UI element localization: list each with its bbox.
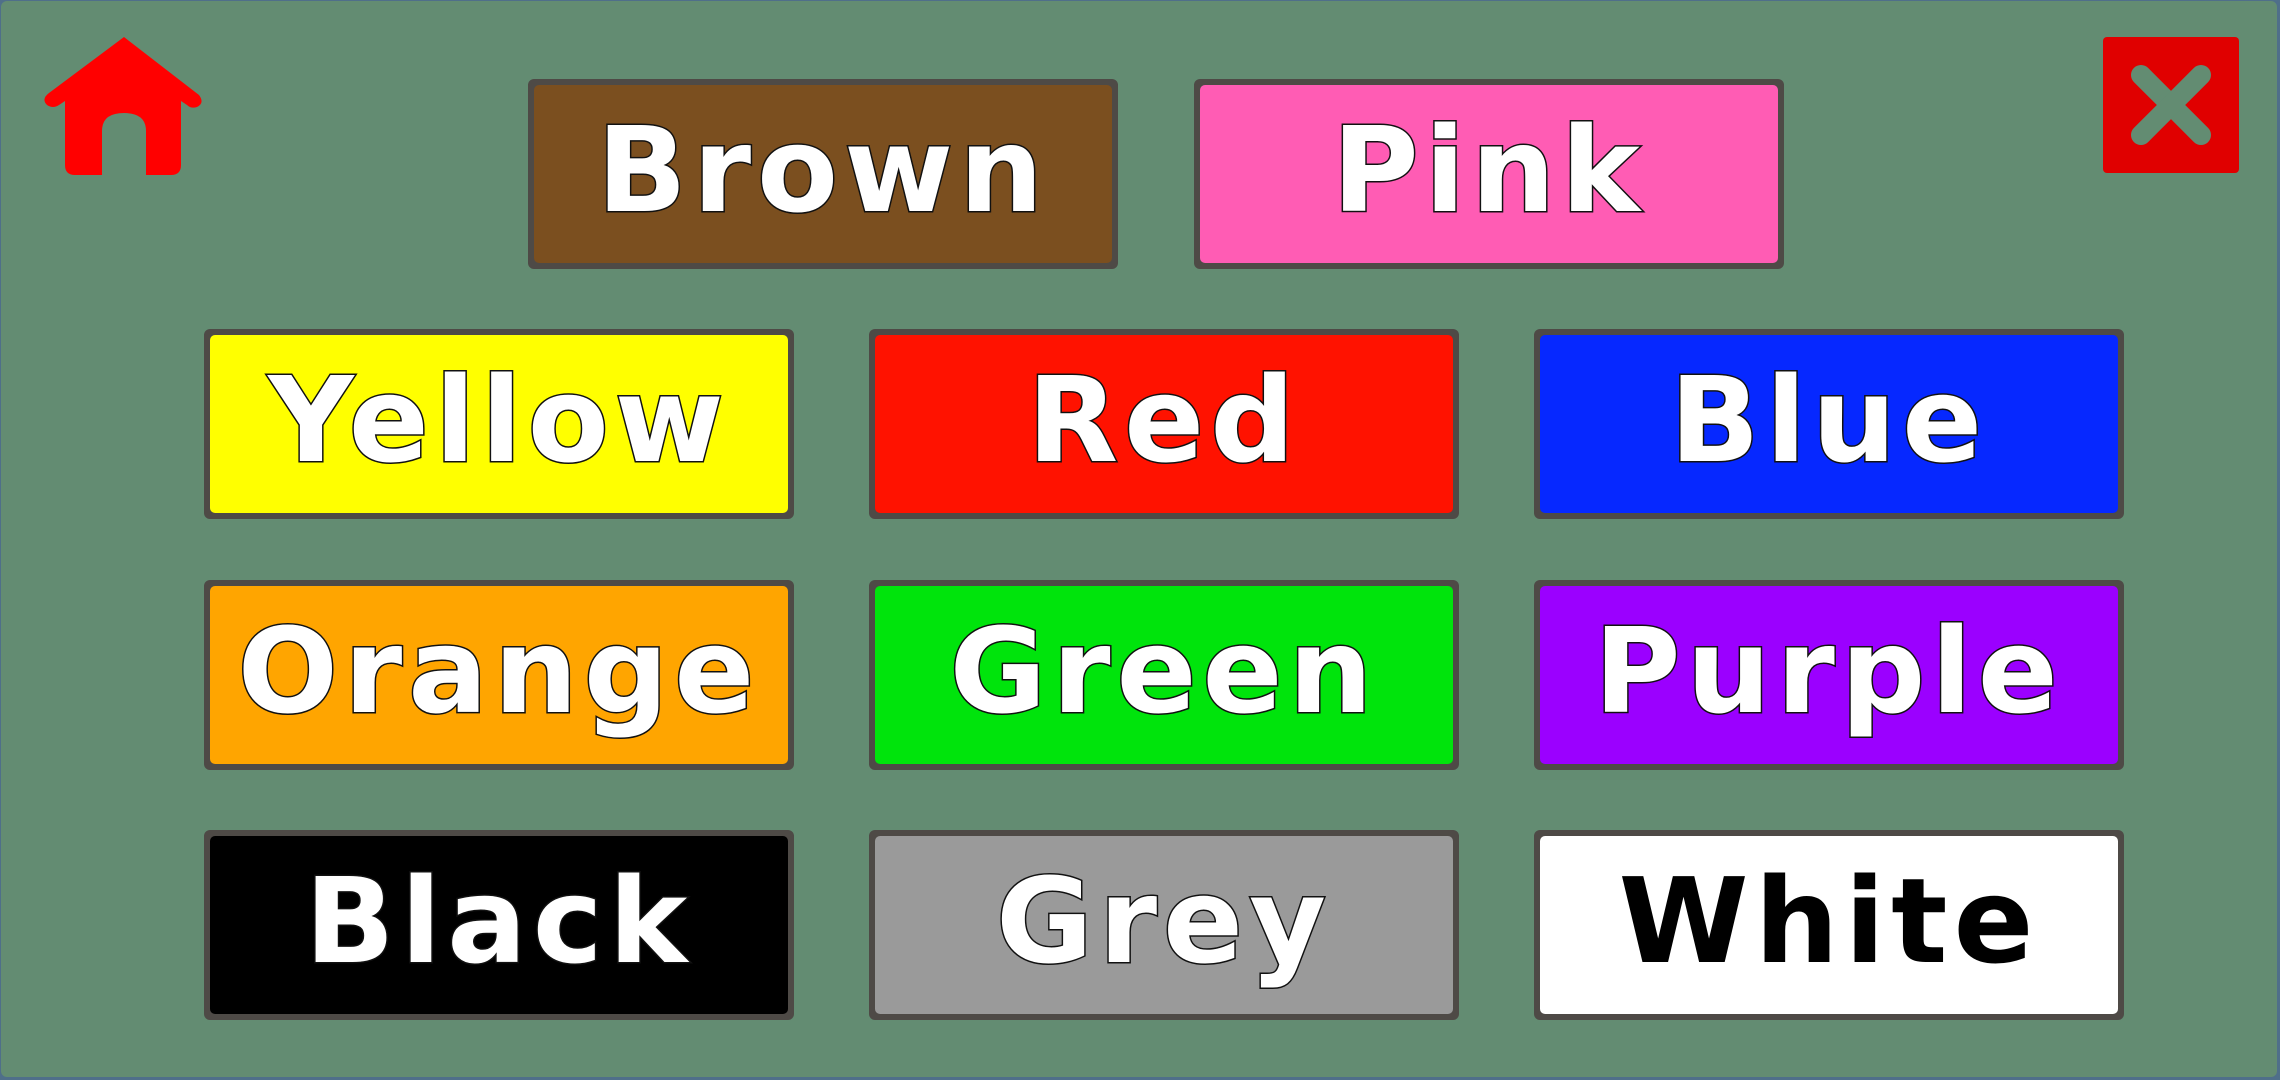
- color-label: Red: [1026, 351, 1301, 489]
- color-swatch: Purple: [1540, 586, 2118, 764]
- color-button-blue[interactable]: Blue: [1534, 329, 2124, 519]
- color-button-grey[interactable]: Grey: [869, 830, 1459, 1020]
- game-screen: Brown Pink Yellow Red Blue Orange Green …: [1, 1, 2277, 1077]
- home-button[interactable]: [41, 33, 207, 177]
- color-label: Green: [948, 602, 1379, 740]
- color-button-orange[interactable]: Orange: [204, 580, 794, 770]
- color-button-yellow[interactable]: Yellow: [204, 329, 794, 519]
- color-label: White: [1618, 852, 2040, 990]
- color-button-white[interactable]: White: [1534, 830, 2124, 1020]
- color-swatch: Grey: [875, 836, 1453, 1014]
- color-label: Pink: [1331, 101, 1646, 239]
- color-swatch: White: [1540, 836, 2118, 1014]
- color-label: Purple: [1593, 602, 2064, 740]
- color-button-green[interactable]: Green: [869, 580, 1459, 770]
- color-button-red[interactable]: Red: [869, 329, 1459, 519]
- color-swatch: Yellow: [210, 335, 788, 513]
- color-button-purple[interactable]: Purple: [1534, 580, 2124, 770]
- color-swatch: Black: [210, 836, 788, 1014]
- color-button-brown[interactable]: Brown: [528, 79, 1118, 269]
- color-swatch: Brown: [534, 85, 1112, 263]
- color-button-black[interactable]: Black: [204, 830, 794, 1020]
- color-label: Yellow: [267, 351, 730, 489]
- color-label: Brown: [595, 101, 1050, 239]
- color-button-pink[interactable]: Pink: [1194, 79, 1784, 269]
- color-label: Blue: [1668, 351, 1989, 489]
- color-swatch: Blue: [1540, 335, 2118, 513]
- color-label: Grey: [995, 852, 1332, 990]
- home-icon: [44, 37, 202, 175]
- color-swatch: Orange: [210, 586, 788, 764]
- color-swatch: Pink: [1200, 85, 1778, 263]
- color-swatch: Green: [875, 586, 1453, 764]
- close-icon: [2131, 65, 2211, 145]
- close-button[interactable]: [2103, 37, 2239, 173]
- color-label: Orange: [236, 602, 761, 740]
- color-swatch: Red: [875, 335, 1453, 513]
- color-label: Black: [303, 852, 694, 990]
